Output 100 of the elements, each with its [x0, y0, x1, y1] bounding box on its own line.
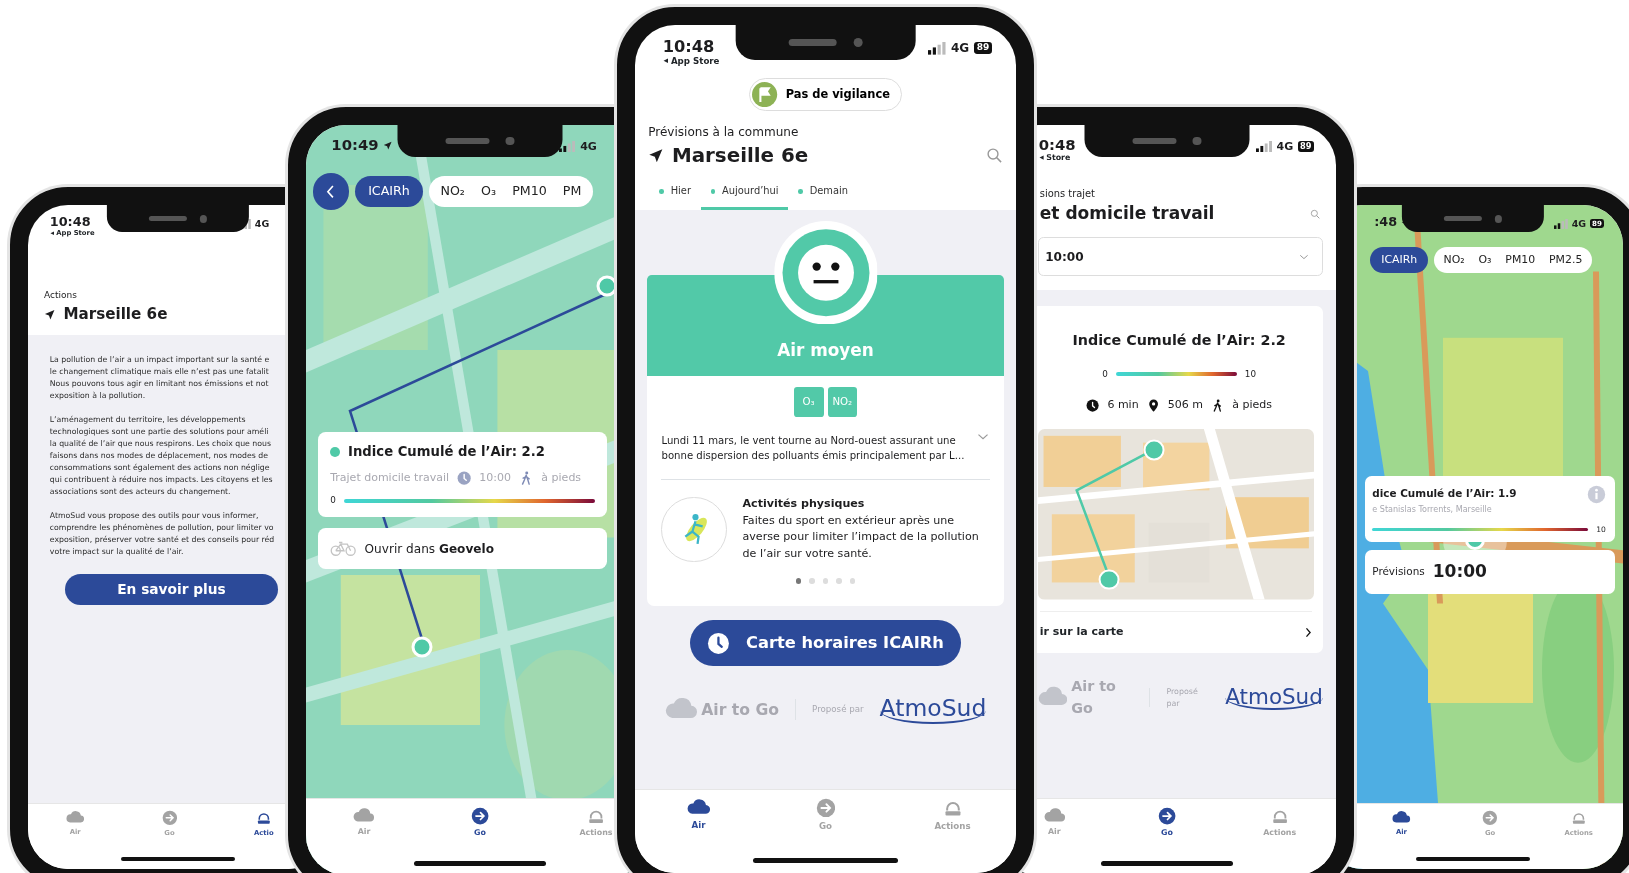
travel-mode: à pieds [541, 469, 582, 486]
status-time: 10:48 [49, 216, 91, 230]
pollutant-chip[interactable]: PM2.5 [1543, 246, 1589, 273]
dome-icon [255, 810, 272, 826]
advice-text: Faites du sport en extérieur après une averse pour limiter l’impact de la pollution de l’air sur votre santé. [742, 512, 980, 562]
network-label: 4G [580, 140, 597, 152]
scale-max: 10 [1244, 367, 1256, 381]
map-pin-icon [1146, 398, 1160, 412]
network-label: 4G [1276, 140, 1294, 152]
page-dot[interactable] [809, 578, 815, 584]
tab-item[interactable]: Air [686, 798, 711, 834]
status-time: :48 [1374, 216, 1398, 230]
status-time: 10:48 [662, 39, 715, 56]
battery-indicator: 89 [1297, 140, 1314, 152]
route-marker [411, 636, 433, 658]
address: e Stanislas Torrents, Marseille [1372, 503, 1493, 516]
location-title: Marseille 6e [671, 142, 809, 169]
status-time: 0:48 [1038, 138, 1076, 154]
signal-icon [559, 140, 576, 153]
map-link[interactable]: ir sur la carte [1039, 611, 1312, 653]
chevron-down-icon [1298, 253, 1309, 260]
learn-more-button[interactable]: En savoir plus [64, 573, 278, 606]
app-name: Air to Go [1071, 677, 1117, 718]
partner-logo: AtmoSud [879, 695, 987, 724]
open-app-card[interactable]: Ouvrir dans Geovelo [318, 528, 607, 569]
index-title: dice Cumulé de l’Air: 1.9 [1372, 486, 1517, 502]
pollutant-chip[interactable]: PM [555, 176, 589, 207]
network-label: 4G [950, 42, 970, 55]
pollutant-chip[interactable]: NO₂ [1437, 246, 1471, 273]
location-arrow-icon [648, 148, 664, 164]
vigilance-pill[interactable]: Pas de vigilance [748, 78, 903, 111]
pollutant-tag: NO₂ [827, 386, 858, 417]
info-icon [1587, 484, 1606, 504]
page-dot[interactable] [836, 578, 842, 584]
page-dot[interactable] [849, 578, 855, 584]
pollutant-chip[interactable]: NO₂ [433, 176, 472, 207]
pollutant-chip[interactable]: O₃ [1472, 246, 1498, 273]
dome-icon [1570, 810, 1587, 826]
arrow-circle-icon [1157, 806, 1177, 825]
signal-icon [1255, 140, 1273, 153]
chevron-right-icon [1305, 626, 1312, 638]
arrow-circle-icon [1482, 810, 1498, 826]
scale-min: 0 [1102, 367, 1108, 381]
section-label: Prévisions à la commune [648, 123, 800, 141]
network-label: 4G [1571, 218, 1587, 229]
proposed-by-label: Proposé par [812, 703, 864, 717]
location-arrow-icon [382, 140, 392, 151]
forecast-time-card[interactable]: Prévisions 10:00 [1364, 550, 1616, 594]
pollutant-chip[interactable]: PM10 [1499, 246, 1542, 273]
section-label: sions trajet [1039, 186, 1096, 201]
back-triangle-icon [662, 58, 669, 64]
route-title: et domicile travail [1039, 202, 1215, 226]
map-schedule-button[interactable]: Carte horaires ICAIRh [690, 620, 961, 666]
day-tab[interactable]: Demain [788, 179, 858, 210]
air-quality-label: Air moyen [777, 338, 874, 362]
arrow-circle-icon [161, 810, 178, 826]
time-select[interactable]: 10:00 [1037, 236, 1323, 277]
page-dot[interactable] [822, 578, 829, 584]
back-to-app-link[interactable]: App Store [662, 55, 720, 67]
back-triangle-icon [49, 231, 55, 236]
signal-icon [928, 42, 947, 56]
open-app-text: Ouvrir dans Geovelo [364, 540, 494, 558]
search-icon [1310, 209, 1321, 220]
battery-indicator: 89 [973, 42, 992, 55]
arrow-circle-icon [815, 798, 836, 819]
forecast-label: Prévisions [1372, 564, 1425, 580]
advice-title: Activités physiques [742, 495, 866, 512]
clock-icon [1086, 398, 1100, 412]
route-name: Trajet domicile travail [330, 469, 450, 486]
arrow-circle-icon [470, 806, 490, 825]
scale-min: 0 [330, 494, 336, 508]
clock-icon [457, 470, 472, 486]
partner-logo: AtmoSud [1225, 684, 1323, 711]
network-label: 4G [254, 218, 270, 229]
distance: 506 m [1167, 397, 1204, 413]
status-time: 10:49 [331, 138, 379, 154]
pollutant-chip[interactable]: PM10 [505, 176, 554, 207]
search-icon [985, 147, 1003, 165]
forecast-time: 10:00 [1432, 560, 1487, 584]
signal-icon [1553, 218, 1568, 229]
status-dot [330, 446, 341, 457]
day-tab[interactable]: Hier [649, 179, 701, 210]
index-title: Indice Cumulé de l’Air: 2.2 [1071, 331, 1287, 351]
forecast-description: Lundi 11 mars, le vent tourne au Nord-ouest assurant une bonne dispersion des polluants émis principalement par L... [661, 433, 966, 463]
pollutant-tag: O₃ [793, 386, 824, 417]
index-title: Indice Cumulé de l’Air: 2.2 [348, 442, 545, 461]
clock-icon [707, 631, 731, 655]
duration: 6 min [1107, 397, 1139, 413]
chevron-left-icon [326, 183, 336, 200]
page-dot[interactable] [796, 578, 802, 584]
chevron-down-icon [977, 432, 990, 440]
pollutant-chip[interactable]: O₃ [474, 176, 503, 207]
section-label: Actions [44, 289, 78, 303]
back-triangle-icon [1038, 155, 1044, 161]
flag-icon [752, 81, 778, 107]
pollutant-chip[interactable]: ICAIRh [355, 176, 423, 207]
travel-mode: à pieds [1232, 397, 1272, 413]
app-name: Air to Go [701, 698, 780, 721]
location-title: Marseille 6e [63, 303, 168, 325]
route-time: 10:00 [479, 469, 512, 486]
